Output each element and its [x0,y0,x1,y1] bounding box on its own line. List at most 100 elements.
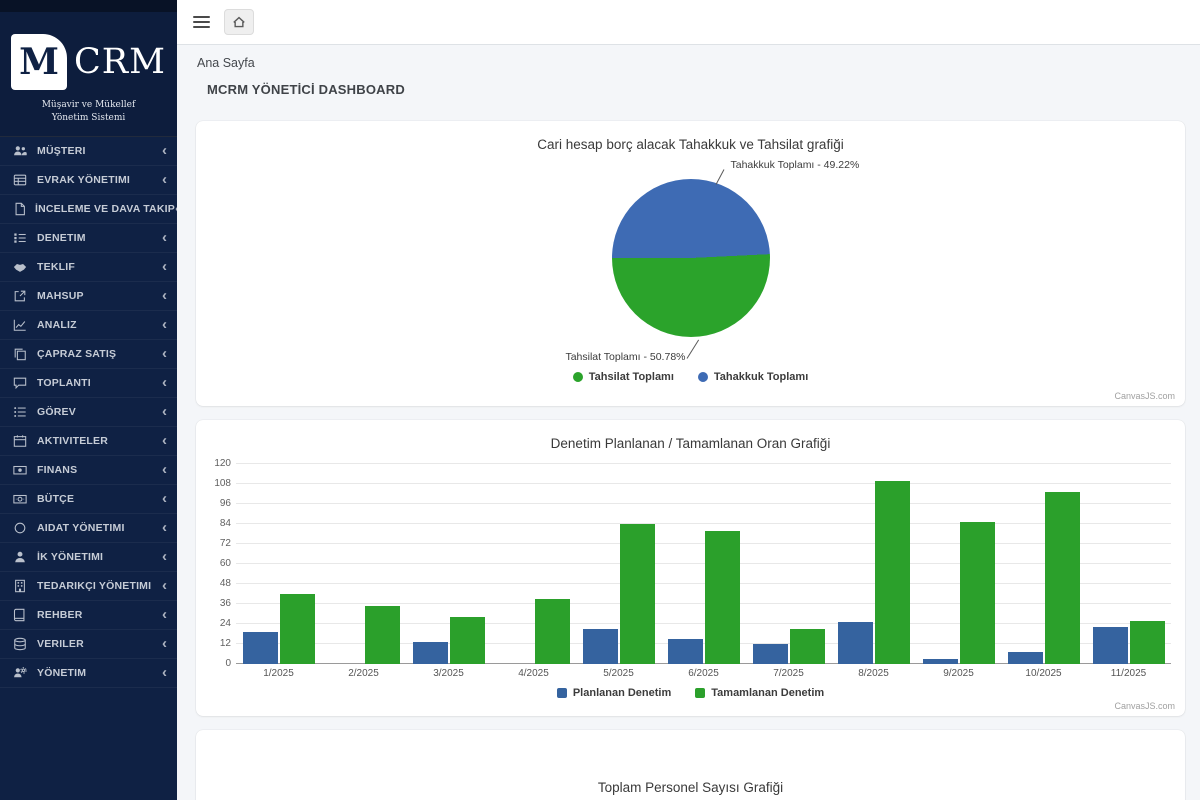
calendar-icon [13,434,29,448]
pie-chart-area: Tahakkuk Toplamı - 49.22% Tahsilat Topla… [208,157,1173,363]
legend-item[interactable]: Planlanan Denetim [557,687,671,699]
bar-groups [236,464,1171,664]
bar-tamamlanan-denetim[interactable] [1130,621,1165,664]
sidebar: M CRM Müşavir ve Mükellef Yönetim Sistem… [0,0,177,800]
legend-item[interactable]: Tahsilat Toplamı [573,371,674,383]
sidebar-item-aktiviteler[interactable]: AKTIVITELER‹ [0,427,177,456]
sidebar-item-label: İK YÖNETIMI [37,551,162,563]
third-chart-card: Toplam Personel Sayısı Grafiği [196,730,1185,800]
bar-chart-title: Denetim Planlanan / Tamamlanan Oran Graf… [208,420,1173,454]
sidebar-item-rehber[interactable]: REHBER‹ [0,601,177,630]
x-axis-labels: 1/20252/20253/20254/20255/20256/20257/20… [236,668,1171,679]
sidebar-item-gorev[interactable]: GÖREV‹ [0,398,177,427]
y-axis-tick: 60 [208,559,231,569]
brand[interactable]: M CRM Müşavir ve Mükellef Yönetim Sistem… [0,0,177,137]
sidebar-item-denetim[interactable]: DENETIM‹ [0,224,177,253]
database-icon [13,637,29,651]
sidebar-item-inceleme-ve-dava-takip[interactable]: İNCELEME VE DAVA TAKIP‹ [0,195,177,224]
y-axis-tick: 108 [208,479,231,489]
bar-tamamlanan-denetim[interactable] [620,524,655,664]
x-axis-label: 3/2025 [406,668,491,679]
chat-icon [13,376,29,390]
sidebar-item-veriler[interactable]: VERILER‹ [0,630,177,659]
bar-tamamlanan-denetim[interactable] [790,629,825,664]
bar-planlanan-denetim[interactable] [1008,652,1043,664]
bar-planlanan-denetim[interactable] [583,629,618,664]
sidebar-item-teklif[interactable]: TEKLIF‹ [0,253,177,282]
table-icon [13,173,29,187]
sidebar-item-musteri[interactable]: MÜŞTERI‹ [0,137,177,166]
sidebar-item-yonetim[interactable]: YÖNETIM‹ [0,659,177,688]
bar-chart[interactable]: 01224364860728496108120 [236,464,1171,664]
x-axis-label: 4/2025 [491,668,576,679]
bar-tamamlanan-denetim[interactable] [960,522,995,664]
legend-item[interactable]: Tamamlanan Denetim [695,687,824,699]
bar-tamamlanan-denetim[interactable] [450,617,485,664]
sidebar-item-label: MAHSUP [37,290,162,302]
pie-legend: Tahsilat Toplamı Tahakkuk Toplamı [208,363,1173,393]
sidebar-item-evrak-yonetimi[interactable]: EVRAK YÖNETIMI‹ [0,166,177,195]
sidebar-item-capraz-satis[interactable]: ÇAPRAZ SATIŞ‹ [0,340,177,369]
bar-tamamlanan-denetim[interactable] [875,481,910,664]
legend-label: Tahsilat Toplamı [589,371,674,383]
bar-tamamlanan-denetim[interactable] [535,599,570,664]
bar-group [831,464,916,664]
book-icon [13,608,29,622]
chevron-left-icon: ‹ [162,143,167,158]
x-axis-label: 9/2025 [916,668,1001,679]
sidebar-item-ik-yonetimi[interactable]: İK YÖNETIMI‹ [0,543,177,572]
canvasjs-watermark[interactable]: CanvasJS.com [1114,391,1175,401]
sidebar-item-finans[interactable]: FINANS‹ [0,456,177,485]
x-axis-label: 11/2025 [1086,668,1171,679]
canvasjs-watermark[interactable]: CanvasJS.com [1114,701,1175,711]
sidebar-item-aidat-yonetimi[interactable]: AIDAT YÖNETIMI‹ [0,514,177,543]
bar-planlanan-denetim[interactable] [668,639,703,664]
sidebar-item-label: YÖNETIM [37,667,162,679]
sidebar-item-butce[interactable]: BÜTÇE‹ [0,485,177,514]
bar-tamamlanan-denetim[interactable] [365,606,400,664]
sidebar-item-mahsup[interactable]: MAHSUP‹ [0,282,177,311]
sidebar-item-analiz[interactable]: ANALIZ‹ [0,311,177,340]
hamburger-menu-icon[interactable] [193,16,210,28]
chevron-left-icon: ‹ [162,288,167,303]
legend-marker [573,372,583,382]
bar-group [406,464,491,664]
sidebar-item-toplanti[interactable]: TOPLANTI‹ [0,369,177,398]
pie-chart-card: Cari hesap borç alacak Tahakkuk ve Tahsi… [196,121,1185,406]
sidebar-item-label: EVRAK YÖNETIMI [37,174,162,186]
bar-group [916,464,1001,664]
pie-chart-title: Cari hesap borç alacak Tahakkuk ve Tahsi… [208,121,1173,155]
x-axis-label: 2/2025 [321,668,406,679]
bar-planlanan-denetim[interactable] [753,644,788,664]
breadcrumb[interactable]: Ana Sayfa [197,56,1185,70]
building-icon [13,579,29,593]
home-icon[interactable] [224,9,254,35]
bar-tamamlanan-denetim[interactable] [705,531,740,664]
x-axis-label: 10/2025 [1001,668,1086,679]
legend-item[interactable]: Tahakkuk Toplamı [698,371,808,383]
chevron-left-icon: ‹ [162,491,167,506]
bar-planlanan-denetim[interactable] [838,622,873,664]
pie-callout-tahsilat: Tahsilat Toplamı - 50.78% [565,351,685,363]
legend-marker [557,688,567,698]
sidebar-item-tedarikci-yonetimi[interactable]: TEDARIKÇI YÖNETIMI‹ [0,572,177,601]
topbar [177,0,1200,45]
y-axis-tick: 96 [208,499,231,509]
app-root: M CRM Müşavir ve Mükellef Yönetim Sistem… [0,0,1200,800]
pie-chart[interactable] [612,179,770,337]
x-axis-label: 5/2025 [576,668,661,679]
brand-logo-letter: M [19,41,59,83]
bar-group [576,464,661,664]
bar-planlanan-denetim[interactable] [1093,627,1128,664]
bar-planlanan-denetim[interactable] [413,642,448,664]
bar-tamamlanan-denetim[interactable] [280,594,315,664]
chart-line-icon [13,318,29,332]
bar-planlanan-denetim[interactable] [923,659,958,664]
sidebar-menu: MÜŞTERI‹EVRAK YÖNETIMI‹İNCELEME VE DAVA … [0,137,177,800]
bar-planlanan-denetim[interactable] [243,632,278,664]
bar-group [236,464,321,664]
bar-tamamlanan-denetim[interactable] [1045,492,1080,664]
third-chart-title: Toplam Personel Sayısı Grafiği [208,730,1173,798]
brand-title: CRM [74,42,166,82]
sidebar-item-label: ANALIZ [37,319,162,331]
